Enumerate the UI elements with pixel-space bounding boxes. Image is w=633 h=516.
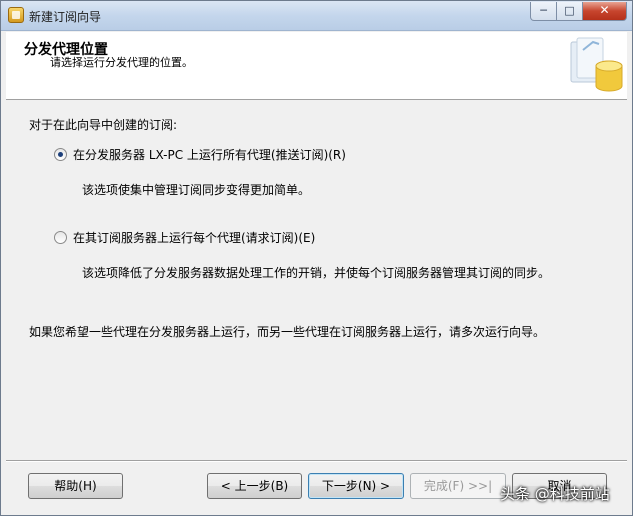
- wizard-window: 新建订阅向导 ─ □ ✕ 分发代理位置 请选择运行分发代理的位置。 对于在此向导…: [0, 0, 633, 516]
- pull-option-label[interactable]: 在其订阅服务器上运行每个代理(请求订阅)(E): [73, 229, 315, 246]
- database-wizard-icon: [570, 37, 623, 92]
- pull-option-description: 该选项降低了分发服务器数据处理工作的开销，并使每个订阅服务器管理其订阅的同步。: [82, 266, 551, 280]
- help-button[interactable]: 帮助(H): [28, 473, 123, 499]
- pull-subscription-option[interactable]: 在其订阅服务器上运行每个代理(请求订阅)(E): [54, 229, 315, 246]
- finish-button: 完成(F) >>|: [410, 473, 506, 499]
- pull-radio-button[interactable]: [54, 231, 67, 244]
- page-subtitle: 请选择运行分发代理的位置。: [50, 56, 193, 69]
- minimize-button[interactable]: ─: [530, 2, 557, 21]
- push-subscription-option[interactable]: 在分发服务器 LX-PC 上运行所有代理(推送订阅)(R): [54, 146, 346, 163]
- wizard-content: 对于在此向导中创建的订阅: 在分发服务器 LX-PC 上运行所有代理(推送订阅)…: [6, 101, 627, 456]
- title-bar[interactable]: 新建订阅向导 ─ □ ✕: [1, 1, 632, 31]
- wizard-header: 分发代理位置 请选择运行分发代理的位置。: [6, 32, 627, 100]
- multiple-run-note: 如果您希望一些代理在分发服务器上运行，而另一些代理在订阅服务器上运行，请多次运行…: [29, 325, 546, 339]
- window-title: 新建订阅向导: [29, 10, 102, 24]
- push-option-label[interactable]: 在分发服务器 LX-PC 上运行所有代理(推送订阅)(R): [73, 146, 346, 163]
- push-radio-button[interactable]: [54, 148, 67, 161]
- maximize-button[interactable]: □: [557, 2, 583, 21]
- push-option-description: 该选项使集中管理订阅同步变得更加简单。: [82, 183, 311, 197]
- back-button[interactable]: < 上一步(B): [207, 473, 302, 499]
- source-watermark: 头条 @科技前站: [500, 485, 610, 503]
- next-button[interactable]: 下一步(N) >: [308, 473, 404, 499]
- wizard-app-icon: [8, 7, 24, 23]
- close-button[interactable]: ✕: [583, 2, 627, 21]
- agent-location-prompt: 对于在此向导中创建的订阅:: [29, 118, 178, 132]
- button-separator: [6, 460, 627, 462]
- window-controls: ─ □ ✕: [530, 2, 627, 21]
